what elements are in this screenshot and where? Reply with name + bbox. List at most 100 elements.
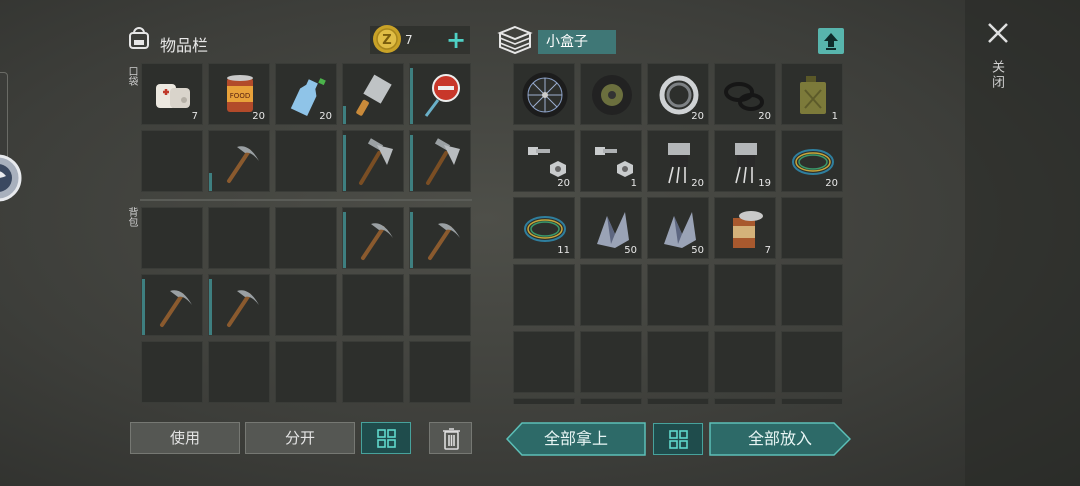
pickaxe-icon bbox=[227, 290, 259, 327]
backpack-slot[interactable] bbox=[342, 341, 404, 403]
pocket-slot[interactable]: FOOD 20 bbox=[208, 63, 270, 125]
backpack-slot[interactable] bbox=[141, 341, 203, 403]
item-quantity: 1 bbox=[630, 178, 637, 189]
container-slot[interactable] bbox=[781, 398, 843, 404]
pocket-slot[interactable]: 7 bbox=[141, 63, 203, 125]
item-quantity: 20 bbox=[825, 178, 838, 189]
container-slot[interactable]: 1 bbox=[580, 130, 642, 192]
backpack-label: 背包 bbox=[126, 207, 137, 227]
item-quantity: 19 bbox=[758, 178, 771, 189]
container-name: 小盒子 bbox=[538, 30, 616, 54]
backpack-icon bbox=[126, 25, 152, 51]
grid-sort-icon bbox=[669, 430, 688, 449]
container-slot[interactable] bbox=[781, 331, 843, 393]
pocket-slot[interactable] bbox=[275, 130, 337, 192]
item-quantity: 20 bbox=[691, 178, 704, 189]
pocket-slot[interactable] bbox=[141, 130, 203, 192]
backpack-slot[interactable] bbox=[141, 207, 203, 269]
pickaxe-icon bbox=[428, 223, 460, 260]
use-button[interactable]: 使用 bbox=[130, 422, 240, 454]
pickaxe-icon bbox=[160, 290, 192, 327]
backpack-slot[interactable] bbox=[141, 274, 203, 336]
close-icon[interactable] bbox=[985, 18, 1011, 48]
backpack-slot[interactable] bbox=[342, 207, 404, 269]
svg-text:FOOD: FOOD bbox=[230, 92, 250, 100]
container-slot[interactable]: 20 bbox=[647, 63, 709, 125]
item-quantity: 20 bbox=[691, 111, 704, 122]
container-slot[interactable] bbox=[781, 264, 843, 326]
container-slot[interactable] bbox=[580, 264, 642, 326]
backpack-slot[interactable] bbox=[342, 274, 404, 336]
coin-icon: Z bbox=[372, 24, 402, 54]
bicycle-wheel-icon bbox=[522, 72, 568, 118]
item-quantity: 50 bbox=[691, 245, 704, 256]
backpack-slot[interactable] bbox=[275, 341, 337, 403]
container-slot[interactable] bbox=[513, 63, 575, 125]
stop-sign-icon bbox=[424, 74, 460, 117]
container-slot[interactable] bbox=[647, 398, 709, 404]
add-coins-button[interactable]: + bbox=[446, 28, 466, 52]
bandage-icon bbox=[156, 84, 190, 108]
chat-bubble-icon[interactable] bbox=[0, 146, 30, 210]
backpack-slot[interactable] bbox=[409, 274, 471, 336]
pocket-slot[interactable] bbox=[342, 130, 404, 192]
item-quantity: 1 bbox=[831, 111, 838, 122]
item-quantity: 20 bbox=[319, 111, 332, 122]
container-slot[interactable] bbox=[513, 398, 575, 404]
container-slot[interactable] bbox=[647, 331, 709, 393]
container-slot[interactable]: 50 bbox=[580, 197, 642, 259]
container-slot[interactable] bbox=[714, 398, 776, 404]
close-label[interactable]: 关闭 bbox=[989, 60, 1006, 90]
container-slot[interactable]: 1 bbox=[781, 63, 843, 125]
pocket-slot[interactable]: 20 bbox=[275, 63, 337, 125]
container-slot[interactable]: 20 bbox=[781, 130, 843, 192]
backpack-slot[interactable] bbox=[275, 274, 337, 336]
container-slot[interactable] bbox=[714, 264, 776, 326]
take-all-button[interactable]: 全部拿上 bbox=[505, 422, 646, 456]
container-slot[interactable]: 7 bbox=[714, 197, 776, 259]
item-quantity: 20 bbox=[252, 111, 265, 122]
box-icon bbox=[497, 24, 533, 56]
pocket-slot[interactable] bbox=[409, 63, 471, 125]
item-quantity: 7 bbox=[191, 111, 198, 122]
container-slot[interactable] bbox=[781, 197, 843, 259]
container-slot[interactable] bbox=[513, 264, 575, 326]
backpack-slot[interactable] bbox=[275, 207, 337, 269]
container-slot[interactable] bbox=[580, 398, 642, 404]
upload-button[interactable] bbox=[818, 28, 844, 54]
item-quantity: 20 bbox=[758, 111, 771, 122]
section-divider bbox=[140, 199, 472, 201]
backpack-slot[interactable] bbox=[208, 341, 270, 403]
container-slot[interactable]: 19 bbox=[714, 130, 776, 192]
backpack-slot[interactable] bbox=[409, 341, 471, 403]
container-slot[interactable]: 20 bbox=[647, 130, 709, 192]
container-slot[interactable]: 20 bbox=[714, 63, 776, 125]
container-slot[interactable]: 20 bbox=[513, 130, 575, 192]
sort-inventory-button[interactable] bbox=[361, 422, 411, 454]
pocket-slot[interactable] bbox=[208, 130, 270, 192]
pocket-slot[interactable] bbox=[409, 130, 471, 192]
item-quantity: 50 bbox=[624, 245, 637, 256]
open-can-icon bbox=[733, 211, 763, 248]
container-slot[interactable] bbox=[580, 63, 642, 125]
trash-button[interactable] bbox=[429, 422, 472, 454]
arrow-up-icon bbox=[824, 33, 838, 50]
take-all-label: 全部拿上 bbox=[543, 429, 608, 448]
pickaxe-icon bbox=[361, 223, 393, 260]
container-slot[interactable]: 11 bbox=[513, 197, 575, 259]
item-quantity: 11 bbox=[557, 245, 570, 256]
container-slot[interactable] bbox=[580, 331, 642, 393]
backpack-slot[interactable] bbox=[409, 207, 471, 269]
backpack-slot[interactable] bbox=[208, 207, 270, 269]
container-slot[interactable] bbox=[647, 264, 709, 326]
container-slot[interactable] bbox=[714, 331, 776, 393]
split-button[interactable]: 分开 bbox=[245, 422, 355, 454]
container-slot[interactable]: 50 bbox=[647, 197, 709, 259]
sort-container-button[interactable] bbox=[653, 423, 703, 455]
hammer-axe-icon bbox=[359, 138, 393, 185]
pocket-slot[interactable] bbox=[342, 63, 404, 125]
container-slot[interactable] bbox=[513, 331, 575, 393]
inventory-title: 物品栏 bbox=[160, 36, 209, 55]
put-all-button[interactable]: 全部放入 bbox=[709, 422, 852, 456]
backpack-slot[interactable] bbox=[208, 274, 270, 336]
